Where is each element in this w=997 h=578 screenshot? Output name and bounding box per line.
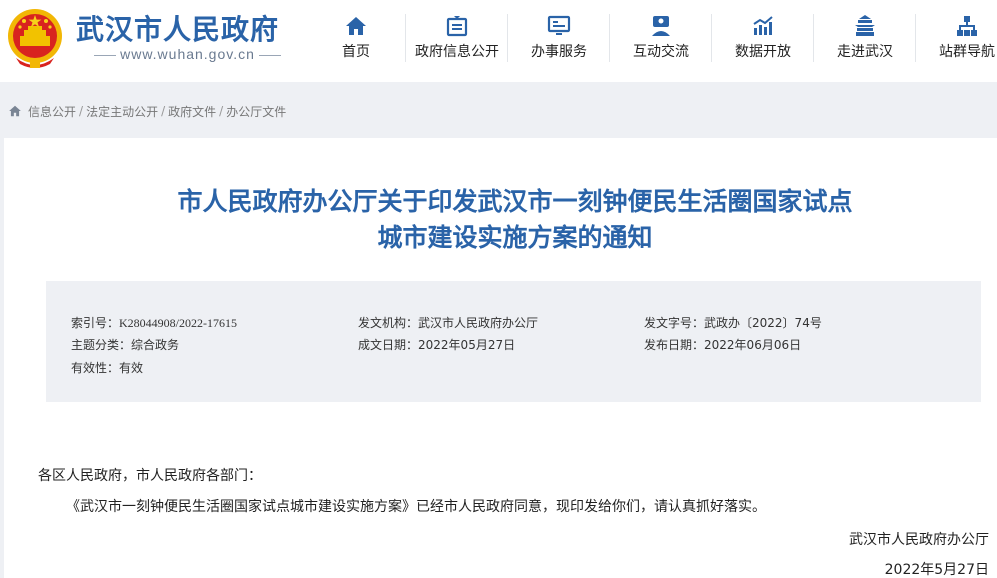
breadcrumb-separator: / [161, 104, 166, 118]
nav-label: 首页 [342, 44, 370, 60]
meta-index: 索引号：K28044908/2022-17615 [71, 315, 237, 331]
meta-label: 发文字号： [644, 316, 705, 330]
meta-label: 有效性： [71, 361, 120, 375]
nav-services[interactable]: 办事服务 [508, 0, 610, 82]
meta-value: 2022年05月27日 [418, 338, 516, 352]
site-title[interactable]: 武汉市人民政府 [76, 8, 279, 48]
home-icon[interactable] [8, 104, 22, 118]
breadcrumb-link[interactable]: 办公厅文件 [226, 103, 286, 120]
nav-open-data[interactable]: 数据开放 [712, 0, 814, 82]
city-gate-icon [855, 15, 875, 36]
breadcrumb-separator: / [219, 104, 224, 118]
document-body: 《武汉市一刻钟便民生活圈国家试点城市建设实施方案》已经市人民政府同意，现印发给你… [66, 499, 766, 515]
nav-discover-wuhan[interactable]: 走进武汉 [814, 0, 916, 82]
meta-value: 2022年06月06日 [704, 338, 802, 352]
nav-home[interactable]: 首页 [306, 0, 406, 82]
home-icon [346, 17, 366, 35]
nav-interaction[interactable]: 互动交流 [610, 0, 712, 82]
meta-made-date: 成文日期：2022年05月27日 [358, 337, 515, 353]
breadcrumb-link[interactable]: 政府文件 [168, 103, 216, 120]
document-date: 2022年5月27日 [884, 562, 989, 578]
nav-label: 互动交流 [633, 44, 689, 60]
meta-validity: 有效性：有效 [71, 360, 143, 376]
meta-value: 武汉市人民政府办公厅 [418, 316, 539, 330]
document-signer: 武汉市人民政府办公厅 [849, 532, 989, 548]
nav-label: 走进武汉 [837, 44, 893, 60]
meta-category: 主题分类：综合政务 [71, 337, 179, 353]
nav-site-map[interactable]: 站群导航 [916, 0, 997, 82]
document-title-line: 城市建设实施方案的通知 [377, 223, 653, 252]
nav-label: 数据开放 [735, 44, 791, 60]
meta-publish-date: 发布日期：2022年06月06日 [644, 337, 801, 353]
meta-label: 成文日期： [358, 338, 419, 352]
breadcrumb-separator: / [79, 104, 84, 118]
meta-value: K28044908/2022-17615 [119, 316, 238, 330]
meta-value: 有效 [119, 361, 144, 375]
info-disclosure-icon [446, 16, 468, 37]
meta-doc-number: 发文字号：武政办〔2022〕74号 [644, 315, 822, 331]
sitemap-icon [957, 16, 977, 36]
main-nav: 首页 政府信息公开 办事服务 互动交流 数据开放 走进武汉 站群导航 [306, 0, 997, 82]
meta-label: 发布日期： [644, 338, 705, 352]
data-chart-icon [753, 16, 773, 35]
nav-label: 政府信息公开 [415, 44, 499, 60]
meta-label: 发文机构： [358, 316, 419, 330]
site-url: www.wuhan.gov.cn [80, 46, 295, 62]
interaction-icon [652, 16, 670, 36]
document-title-line: 市人民政府办公厅关于印发武汉市一刻钟便民生活圈国家试点 [177, 187, 853, 216]
nav-label: 办事服务 [531, 44, 587, 60]
site-header: 武汉市人民政府 www.wuhan.gov.cn 首页 政府信息公开 办事服务 … [0, 0, 997, 82]
document-meta-box: 索引号：K28044908/2022-17615 发文机构：武汉市人民政府办公厅… [46, 281, 981, 402]
nav-info-disclosure[interactable]: 政府信息公开 [406, 0, 508, 82]
nav-label: 站群导航 [939, 44, 995, 60]
meta-label: 主题分类： [71, 338, 132, 352]
national-emblem-logo[interactable] [6, 6, 64, 70]
meta-label: 索引号： [71, 316, 120, 330]
breadcrumb-link[interactable]: 信息公开 [28, 103, 76, 120]
document-salutation: 各区人民政府，市人民政府各部门： [38, 468, 262, 484]
document-title: 市人民政府办公厅关于印发武汉市一刻钟便民生活圈国家试点 城市建设实施方案的通知 [60, 184, 970, 256]
service-icon [547, 15, 571, 35]
meta-issuer: 发文机构：武汉市人民政府办公厅 [358, 315, 538, 331]
breadcrumb-link[interactable]: 法定主动公开 [86, 103, 158, 120]
meta-value: 综合政务 [131, 338, 180, 352]
breadcrumb: 信息公开 / 法定主动公开 / 政府文件 / 办公厅文件 [8, 102, 286, 120]
meta-value: 武政办〔2022〕74号 [704, 316, 822, 330]
